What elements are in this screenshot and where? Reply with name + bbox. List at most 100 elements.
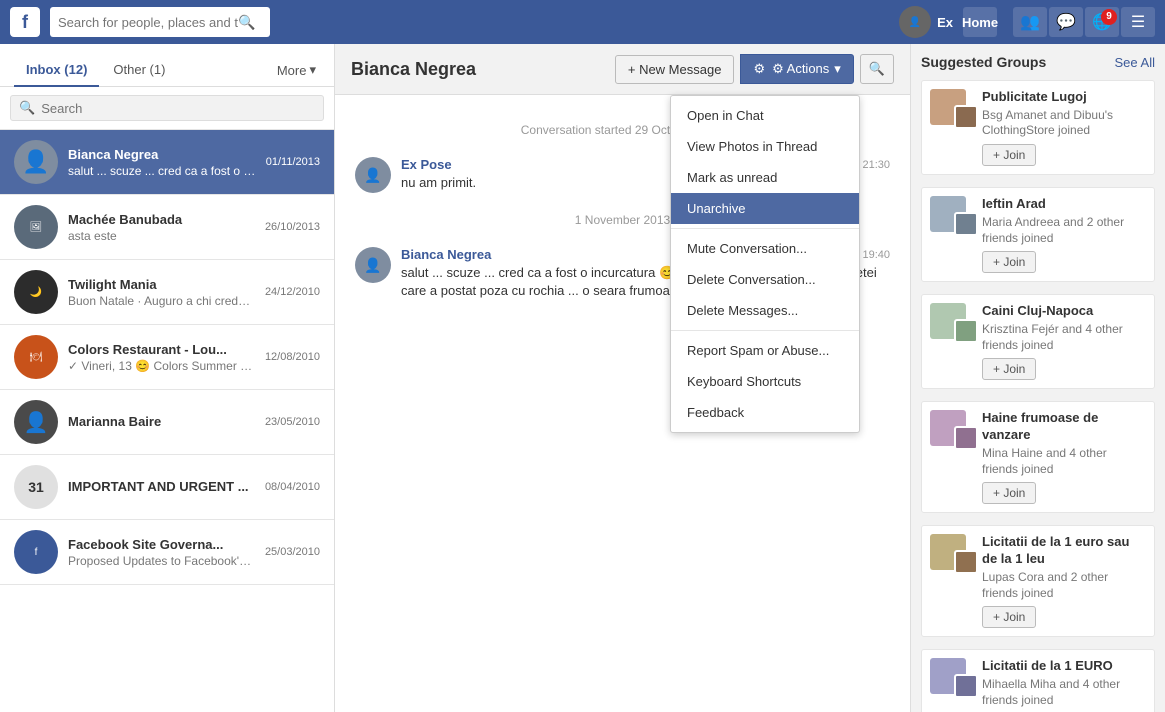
friends-icon: 👥 (1020, 12, 1040, 32)
message-list: 👤 Bianca Negrea salut ... scuze ... cred… (0, 130, 334, 712)
nav-user-area[interactable]: 👤 Ex (899, 6, 953, 38)
list-item[interactable]: f Facebook Site Governa... Proposed Upda… (0, 520, 334, 585)
tab-inbox[interactable]: Inbox (12) (14, 54, 99, 87)
dropdown-keyboard-shortcuts[interactable]: Keyboard Shortcuts (671, 366, 859, 397)
group-name: Licitatii de la 1 euro sau de la 1 leu (982, 534, 1146, 568)
suggested-group-item: Caini Cluj-Napoca Krisztina Fejér and 4 … (921, 294, 1155, 389)
new-message-button[interactable]: + New Message (615, 55, 735, 84)
dropdown-mark-unread[interactable]: Mark as unread (671, 162, 859, 193)
search-conversation-button[interactable]: 🔍 (860, 54, 894, 84)
avatar: 👤 (355, 247, 391, 283)
group-name: Caini Cluj-Napoca (982, 303, 1146, 320)
list-item[interactable]: 🍽 Colors Restaurant - Lou... ✓ Vineri, 1… (0, 325, 334, 390)
suggested-group-item: Haine frumoase de vanzare Mina Haine and… (921, 401, 1155, 513)
nav-notifications-btn[interactable]: 🌐 9 (1085, 7, 1119, 37)
chevron-down-icon: ▾ (309, 62, 316, 78)
facebook-logo: f (10, 7, 40, 37)
avatar: 👤 (14, 140, 58, 184)
actions-button[interactable]: ⚙ ⚙ Actions ▾ (740, 54, 853, 84)
msg-date: 26/10/2013 (265, 221, 320, 233)
message-view-actions: + New Message ⚙ ⚙ Actions ▾ 🔍 (615, 54, 894, 84)
nav-home-btn[interactable]: Home (963, 7, 997, 37)
dropdown-unarchive[interactable]: Unarchive (671, 193, 859, 224)
nav-user-avatar: 👤 (899, 6, 931, 38)
list-item[interactable]: 👤 Marianna Baire 23/05/2010 (0, 390, 334, 455)
dropdown-report-spam[interactable]: Report Spam or Abuse... (671, 335, 859, 366)
main-layout: Inbox (12) Other (1) More ▾ 🔍 👤 (0, 44, 1165, 712)
join-group-button[interactable]: + Join (982, 606, 1036, 628)
dropdown-delete-msgs[interactable]: Delete Messages... (671, 295, 859, 326)
inbox-tabs: Inbox (12) Other (1) More ▾ (0, 44, 334, 87)
group-avatar (930, 89, 974, 125)
dropdown-delete-convo[interactable]: Delete Conversation... (671, 264, 859, 295)
suggested-group-item: Licitatii de la 1 EURO Mihaella Miha and… (921, 649, 1155, 712)
group-name: Haine frumoase de vanzare (982, 410, 1146, 444)
msg-date: 12/08/2010 (265, 351, 320, 363)
nav-search-bar[interactable]: 🔍 (50, 7, 270, 37)
dropdown-view-photos[interactable]: View Photos in Thread (671, 131, 859, 162)
msg-sender-name: Colors Restaurant - Lou... (68, 342, 255, 357)
msg-preview: salut ... scuze ... cred ca a fost o i..… (68, 164, 256, 178)
search-icon: 🔍 (19, 100, 35, 116)
nav-search-icon: 🔍 (238, 14, 255, 31)
nav-menu-btn[interactable]: ☰ (1121, 7, 1155, 37)
group-desc: Bsg Amanet and Dibuu's ClothingStore joi… (982, 108, 1146, 139)
dropdown-mute[interactable]: Mute Conversation... (671, 233, 859, 264)
left-sidebar: Inbox (12) Other (1) More ▾ 🔍 👤 (0, 44, 335, 712)
list-item[interactable]: 🖼 Machée Banubada asta este 26/10/2013 (0, 195, 334, 260)
suggested-group-item: Publicitate Lugoj Bsg Amanet and Dibuu's… (921, 80, 1155, 175)
msg-sender-name: Marianna Baire (68, 414, 255, 429)
msg-date: 24/12/2010 (265, 286, 320, 298)
search-icon: 🔍 (869, 61, 885, 76)
nav-messages-btn[interactable]: 💬 (1049, 7, 1083, 37)
group-desc: Lupas Cora and 2 other friends joined (982, 570, 1146, 601)
msg-date: 25/03/2010 (265, 546, 320, 558)
group-avatar (930, 303, 974, 339)
see-all-link[interactable]: See All (1115, 55, 1155, 70)
group-name: Licitatii de la 1 EURO (982, 658, 1146, 675)
top-navigation: f 🔍 👤 Ex Home 👥 💬 🌐 9 ☰ (0, 0, 1165, 44)
notifications-badge: 9 (1101, 9, 1117, 25)
group-avatar (930, 196, 974, 232)
message-view-header: Bianca Negrea + New Message ⚙ ⚙ Actions … (335, 44, 910, 95)
msg-date: 23/05/2010 (265, 416, 320, 428)
suggested-group-item: Licitatii de la 1 euro sau de la 1 leu L… (921, 525, 1155, 637)
actions-chevron-icon: ▾ (834, 61, 841, 77)
avatar: 👤 (355, 157, 391, 193)
menu-icon: ☰ (1131, 12, 1145, 32)
nav-search-input[interactable] (58, 15, 238, 30)
suggested-groups-header: Suggested Groups See All (921, 54, 1155, 70)
join-group-button[interactable]: + Join (982, 358, 1036, 380)
message-search-input[interactable] (41, 101, 315, 116)
join-group-button[interactable]: + Join (982, 144, 1036, 166)
msg-sender-name: Machée Banubada (68, 212, 255, 227)
bubble-sender: Bianca Negrea (401, 247, 491, 262)
group-desc: Mina Haine and 4 other friends joined (982, 446, 1146, 477)
nav-friends-btn[interactable]: 👥 (1013, 7, 1047, 37)
join-group-button[interactable]: + Join (982, 251, 1036, 273)
msg-sender-name: IMPORTANT AND URGENT ... (68, 479, 255, 494)
tab-other[interactable]: Other (1) (101, 54, 177, 87)
right-sidebar: Suggested Groups See All Publicitate Lug… (910, 44, 1165, 712)
dropdown-open-chat[interactable]: Open in Chat (671, 100, 859, 131)
join-group-button[interactable]: + Join (982, 482, 1036, 504)
list-item[interactable]: 31 IMPORTANT AND URGENT ... 08/04/2010 (0, 455, 334, 520)
avatar: 🍽 (14, 335, 58, 379)
tab-more[interactable]: More ▾ (273, 54, 320, 86)
gear-icon: ⚙ (753, 61, 765, 77)
group-name: Ieftin Arad (982, 196, 1146, 213)
dropdown-feedback[interactable]: Feedback (671, 397, 859, 428)
actions-dropdown: Open in Chat View Photos in Thread Mark … (670, 95, 860, 433)
list-item[interactable]: 🌙 Twilight Mania Buon Natale · Auguro a … (0, 260, 334, 325)
group-avatar (930, 410, 974, 446)
msg-sender-name: Facebook Site Governa... (68, 537, 255, 552)
list-item[interactable]: 👤 Bianca Negrea salut ... scuze ... cred… (0, 130, 334, 195)
avatar: 🌙 (14, 270, 58, 314)
msg-preview: ✓ Vineri, 13 😊 Colors Summer P... (68, 359, 255, 373)
group-desc: Krisztina Fejér and 4 other friends join… (982, 322, 1146, 353)
msg-preview: asta este (68, 229, 255, 243)
group-desc: Maria Andreea and 2 other friends joined (982, 215, 1146, 246)
dropdown-divider (671, 228, 859, 229)
message-search-bar: 🔍 (0, 87, 334, 130)
msg-sender-name: Twilight Mania (68, 277, 255, 292)
